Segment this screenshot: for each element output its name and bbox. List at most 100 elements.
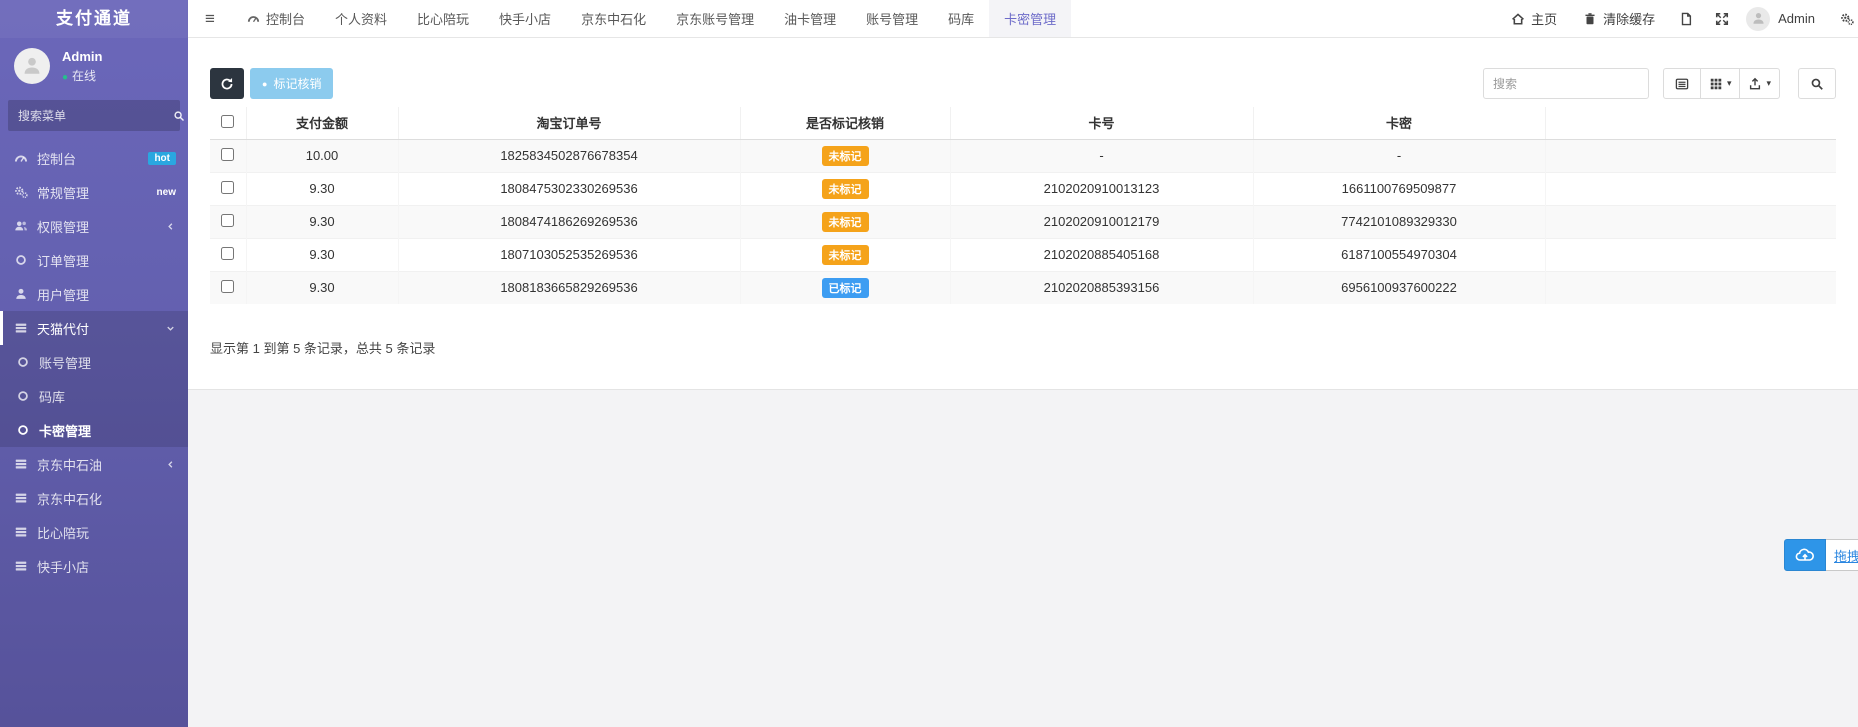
tab-label: 油卡管理 bbox=[784, 9, 836, 28]
status-badge: 未标记 bbox=[822, 179, 869, 199]
tab-jd-account-mgmt[interactable]: 京东账号管理 bbox=[661, 0, 769, 37]
row-checkbox[interactable] bbox=[221, 148, 234, 161]
sidebar-item-bixin[interactable]: 比心陪玩 bbox=[0, 515, 188, 549]
toggle-pagination-button[interactable] bbox=[1663, 68, 1701, 99]
tab-account-mgmt[interactable]: 账号管理 bbox=[851, 0, 933, 37]
sidebar-item-label: 用户管理 bbox=[37, 285, 89, 304]
sidebar-item-users[interactable]: 用户管理 bbox=[0, 277, 188, 311]
sidebar: 支付通道 Admin ●在线 控制台 hot 常规管理 new 权限管理 bbox=[0, 0, 188, 727]
records-table: 支付金额 淘宝订单号 是否标记核销 卡号 卡密 10.00 1825834502… bbox=[210, 107, 1836, 304]
navbar-user-name[interactable]: Admin bbox=[1778, 11, 1815, 26]
sidebar-user-panel: Admin ●在线 bbox=[0, 38, 188, 92]
status-badge: 已标记 bbox=[822, 278, 869, 298]
column-header-amount[interactable]: 支付金额 bbox=[246, 107, 398, 139]
mark-writeoff-button[interactable]: ● 标记核销 bbox=[250, 68, 333, 99]
sidebar-item-card-secret-mgmt[interactable]: 卡密管理 bbox=[0, 413, 188, 447]
navbar-right: 主页 清除缓存 Admin bbox=[1498, 0, 1858, 37]
clear-cache-button[interactable]: 清除缓存 bbox=[1570, 0, 1668, 37]
secret-cell: - bbox=[1253, 139, 1545, 172]
card-cell: 2102020885393156 bbox=[950, 271, 1253, 304]
hamburger-menu-button[interactable]: ≡ bbox=[188, 0, 232, 37]
chevron-left-icon bbox=[165, 459, 176, 470]
toolbar-right: ▾ ▾ bbox=[1483, 68, 1836, 99]
navbar-avatar[interactable] bbox=[1746, 7, 1770, 31]
tab-label: 账号管理 bbox=[866, 9, 918, 28]
row-checkbox[interactable] bbox=[221, 181, 234, 194]
column-header-order[interactable]: 淘宝订单号 bbox=[398, 107, 740, 139]
tab-label: 京东账号管理 bbox=[676, 9, 754, 28]
column-header-card[interactable]: 卡号 bbox=[950, 107, 1253, 139]
secret-cell: 7742101089329330 bbox=[1253, 205, 1545, 238]
list-icon bbox=[14, 321, 28, 335]
chevron-down-icon bbox=[165, 323, 176, 334]
sidebar-item-label: 码库 bbox=[39, 387, 65, 406]
advanced-search-button[interactable] bbox=[1798, 68, 1836, 99]
tab-kuaishou[interactable]: 快手小店 bbox=[484, 0, 566, 37]
sidebar-search-input[interactable] bbox=[18, 109, 173, 123]
sidebar-item-dashboard[interactable]: 控制台 hot bbox=[0, 141, 188, 175]
tab-card-secret-mgmt[interactable]: 卡密管理 bbox=[989, 0, 1071, 37]
sidebar-item-label: 快手小店 bbox=[37, 557, 89, 576]
sidebar-item-orders[interactable]: 订单管理 bbox=[0, 243, 188, 277]
column-header-empty bbox=[1545, 107, 1836, 139]
sidebar-item-account-mgmt[interactable]: 账号管理 bbox=[0, 345, 188, 379]
column-header-status[interactable]: 是否标记核销 bbox=[740, 107, 950, 139]
sidebar-item-permissions[interactable]: 权限管理 bbox=[0, 209, 188, 243]
sidebar-item-tmall-pay[interactable]: 天猫代付 bbox=[0, 311, 188, 345]
table-view-button-group: ▾ ▾ bbox=[1663, 68, 1780, 99]
avatar[interactable] bbox=[14, 48, 50, 84]
row-checkbox[interactable] bbox=[221, 214, 234, 227]
row-checkbox[interactable] bbox=[221, 280, 234, 293]
table-row[interactable]: 9.30 1808474186269269536 未标记 21020209100… bbox=[210, 205, 1836, 238]
tab-oil-card-mgmt[interactable]: 油卡管理 bbox=[769, 0, 851, 37]
clear-cache-label: 清除缓存 bbox=[1603, 9, 1655, 28]
sidebar-item-code-library[interactable]: 码库 bbox=[0, 379, 188, 413]
table-search-input[interactable] bbox=[1483, 68, 1649, 99]
order-cell: 1808183665829269536 bbox=[398, 271, 740, 304]
sidebar-item-label: 京东中石油 bbox=[37, 455, 102, 474]
sidebar-item-jd-cnpc[interactable]: 京东中石油 bbox=[0, 447, 188, 481]
card-cell: 2102020910012179 bbox=[950, 205, 1253, 238]
refresh-button[interactable] bbox=[210, 68, 244, 99]
column-header-secret[interactable]: 卡密 bbox=[1253, 107, 1545, 139]
select-all-checkbox[interactable] bbox=[221, 115, 234, 128]
refresh-tab-button[interactable] bbox=[1668, 0, 1704, 37]
table-row[interactable]: 9.30 1807103052535269536 未标记 21020208854… bbox=[210, 238, 1836, 271]
table-row[interactable]: 9.30 1808183665829269536 已标记 21020208853… bbox=[210, 271, 1836, 304]
export-dropdown-button[interactable]: ▾ bbox=[1740, 68, 1780, 99]
tab-code-library[interactable]: 码库 bbox=[933, 0, 989, 37]
list-icon bbox=[14, 491, 28, 505]
sidebar-item-general[interactable]: 常规管理 new bbox=[0, 175, 188, 209]
list-alt-icon bbox=[1675, 77, 1689, 91]
tab-jd-sinopec[interactable]: 京东中石化 bbox=[566, 0, 661, 37]
nav-tabs: 控制台 个人资料 比心陪玩 快手小店 京东中石化 京东账号管理 油卡管理 账号管… bbox=[232, 0, 1071, 37]
pagination-summary: 显示第 1 到第 5 条记录，总共 5 条记录 bbox=[210, 338, 1836, 357]
sidebar-item-label: 卡密管理 bbox=[39, 421, 91, 440]
drag-upload-label[interactable]: 拖拽上传 bbox=[1826, 539, 1858, 571]
status-badge: 未标记 bbox=[822, 146, 869, 166]
tab-bixin[interactable]: 比心陪玩 bbox=[402, 0, 484, 37]
row-checkbox[interactable] bbox=[221, 247, 234, 260]
sidebar-item-kuaishou[interactable]: 快手小店 bbox=[0, 549, 188, 583]
table-row[interactable]: 9.30 1808475302330269536 未标记 21020209100… bbox=[210, 172, 1836, 205]
sidebar-item-jd-sinopec[interactable]: 京东中石化 bbox=[0, 481, 188, 515]
table-toolbar: ● 标记核销 ▾ ▾ bbox=[210, 68, 1836, 99]
upload-button[interactable] bbox=[1784, 539, 1826, 571]
user-avatar-icon bbox=[21, 55, 43, 77]
tab-label: 快手小店 bbox=[499, 9, 551, 28]
gears-icon bbox=[14, 185, 28, 199]
list-icon bbox=[14, 559, 28, 573]
empty-cell bbox=[1545, 172, 1836, 205]
table-row[interactable]: 10.00 1825834502876678354 未标记 - - bbox=[210, 139, 1836, 172]
tab-label: 码库 bbox=[948, 9, 974, 28]
status-badge: 未标记 bbox=[822, 212, 869, 232]
fullscreen-button[interactable] bbox=[1704, 0, 1740, 37]
tab-profile[interactable]: 个人资料 bbox=[320, 0, 402, 37]
sidebar-search[interactable] bbox=[8, 100, 180, 131]
online-dot-icon: ● bbox=[62, 72, 68, 83]
tab-dashboard[interactable]: 控制台 bbox=[232, 0, 320, 37]
settings-button[interactable] bbox=[1829, 0, 1858, 37]
home-link[interactable]: 主页 bbox=[1498, 0, 1570, 37]
checkbox-cell bbox=[210, 139, 246, 172]
columns-dropdown-button[interactable]: ▾ bbox=[1701, 68, 1741, 99]
